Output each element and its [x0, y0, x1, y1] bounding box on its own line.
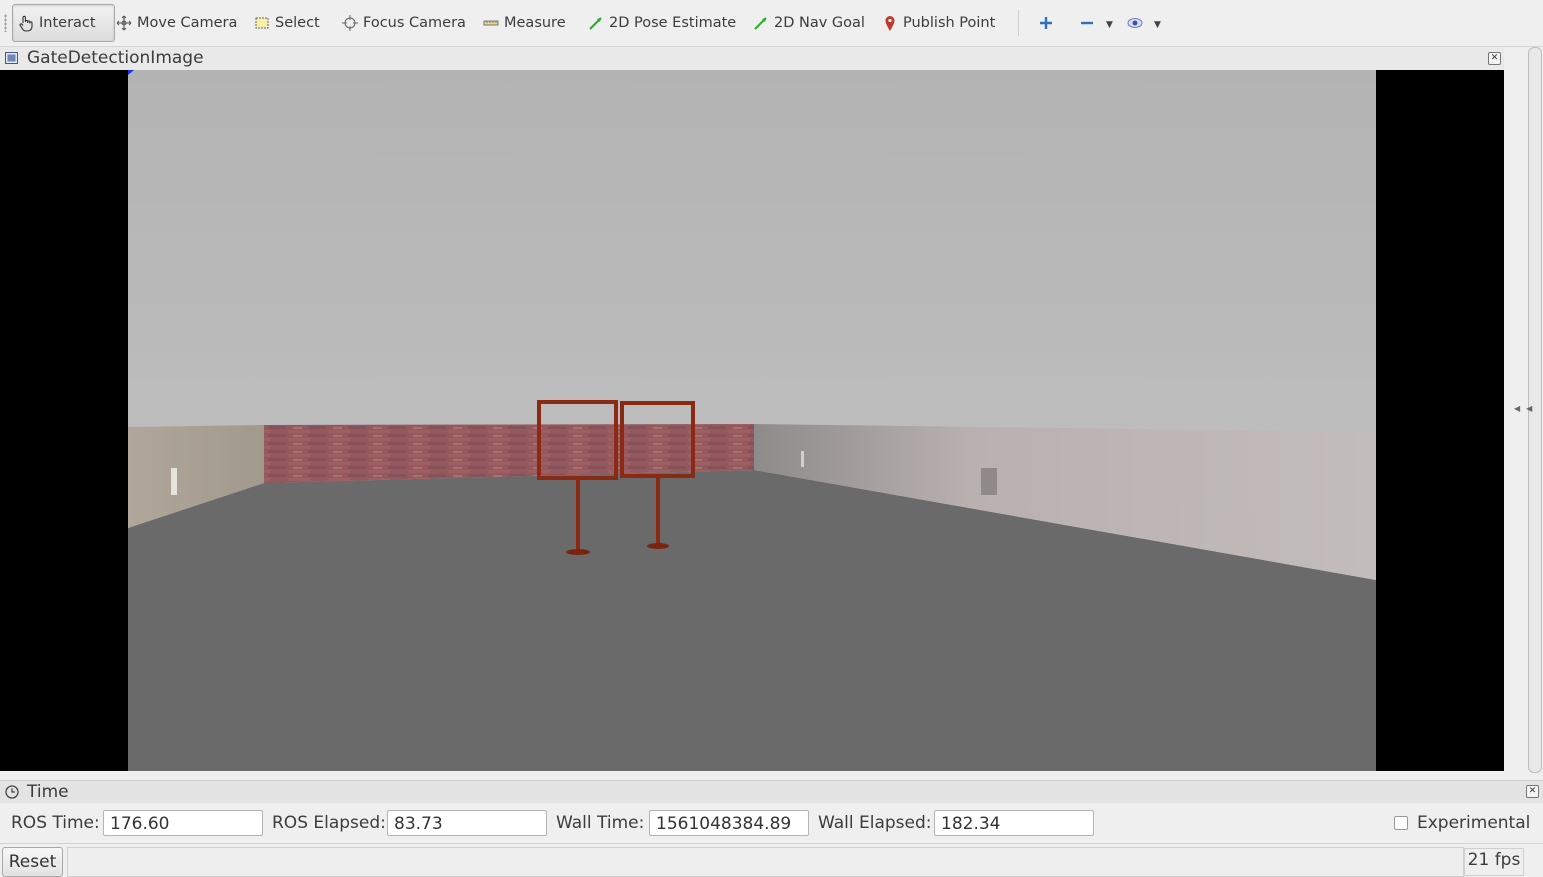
- time-panel-title: Time: [27, 782, 69, 802]
- publish-point-label: Publish Point: [903, 15, 996, 31]
- interact-tool-button[interactable]: Interact: [12, 4, 115, 42]
- hand-pointer-icon: [17, 14, 35, 32]
- move-arrows-icon: [115, 14, 133, 32]
- main-toolbar: Interact Move Camera Select Focus Camera…: [0, 0, 1543, 47]
- close-icon[interactable]: ✕: [1488, 52, 1501, 65]
- pose-estimate-label: 2D Pose Estimate: [609, 15, 737, 31]
- select-box-icon: [253, 14, 271, 32]
- focus-camera-tool-button[interactable]: Focus Camera: [341, 6, 466, 40]
- left-wall-panel: [171, 468, 177, 495]
- wall-time-field[interactable]: 1561048384.89: [649, 810, 809, 836]
- focus-camera-label: Focus Camera: [363, 15, 466, 31]
- interact-label: Interact: [39, 15, 96, 31]
- experimental-checkbox[interactable]: [1394, 816, 1408, 830]
- ros-elapsed-label: ROS Elapsed:: [272, 813, 386, 833]
- right-wall-panel: [981, 468, 997, 495]
- plus-icon: [1037, 14, 1055, 32]
- ros-time-label: ROS Time:: [11, 813, 100, 833]
- time-fields-row: ROS Time: 176.60 ROS Elapsed: 83.73 Wall…: [0, 803, 1543, 843]
- reset-button[interactable]: Reset: [2, 847, 63, 877]
- view-options-button[interactable]: ▼: [1126, 6, 1161, 40]
- select-tool-button[interactable]: Select: [253, 6, 320, 40]
- measure-tool-button[interactable]: Measure: [482, 6, 566, 40]
- close-icon[interactable]: ✕: [1526, 785, 1539, 798]
- add-tool-button[interactable]: [1037, 6, 1059, 40]
- image-panel-header: GateDetectionImage ✕: [0, 47, 1504, 70]
- camera-image-view[interactable]: [0, 70, 1504, 771]
- chevron-down-icon: ▼: [1106, 20, 1113, 30]
- wall-elapsed-label: Wall Elapsed:: [818, 813, 932, 833]
- image-panel-icon: [5, 52, 18, 64]
- experimental-label: Experimental: [1417, 813, 1531, 833]
- select-label: Select: [275, 15, 320, 31]
- time-panel-header: Time ✕: [0, 780, 1543, 803]
- wall-elapsed-field[interactable]: 182.34: [934, 810, 1094, 836]
- toolbar-grip[interactable]: [4, 14, 7, 32]
- eye-icon: [1126, 14, 1144, 32]
- nav-goal-label: 2D Nav Goal: [774, 15, 865, 31]
- collapse-arrows-icon[interactable]: ◀◀: [1514, 404, 1538, 413]
- move-camera-tool-button[interactable]: Move Camera: [115, 6, 237, 40]
- ruler-icon: [482, 14, 500, 32]
- measure-label: Measure: [504, 15, 566, 31]
- ros-time-field[interactable]: 176.60: [103, 810, 263, 836]
- publish-point-tool-button[interactable]: Publish Point: [881, 6, 995, 40]
- crosshair-icon: [341, 14, 359, 32]
- green-arrow-icon: [752, 14, 770, 32]
- image-panel-title: GateDetectionImage: [27, 48, 204, 68]
- pose-estimate-tool-button[interactable]: 2D Pose Estimate: [587, 6, 736, 40]
- chevron-down-icon: ▼: [1154, 20, 1161, 30]
- fps-indicator: 21 fps: [1464, 848, 1524, 876]
- map-pin-icon: [881, 14, 899, 32]
- toolbar-separator: [1018, 10, 1019, 36]
- remove-tool-button[interactable]: ▼: [1078, 6, 1113, 40]
- nav-goal-tool-button[interactable]: 2D Nav Goal: [752, 6, 865, 40]
- status-bar: [67, 847, 1464, 877]
- move-camera-label: Move Camera: [137, 15, 238, 31]
- camera-image: [128, 70, 1376, 771]
- ros-elapsed-field[interactable]: 83.73: [387, 810, 547, 836]
- right-wall-marker: [801, 451, 804, 467]
- minus-icon: [1078, 14, 1096, 32]
- status-row: Reset 21 fps: [0, 843, 1543, 877]
- wall-time-label: Wall Time:: [556, 813, 645, 833]
- clock-icon: [5, 785, 19, 799]
- green-arrow-icon: [587, 14, 605, 32]
